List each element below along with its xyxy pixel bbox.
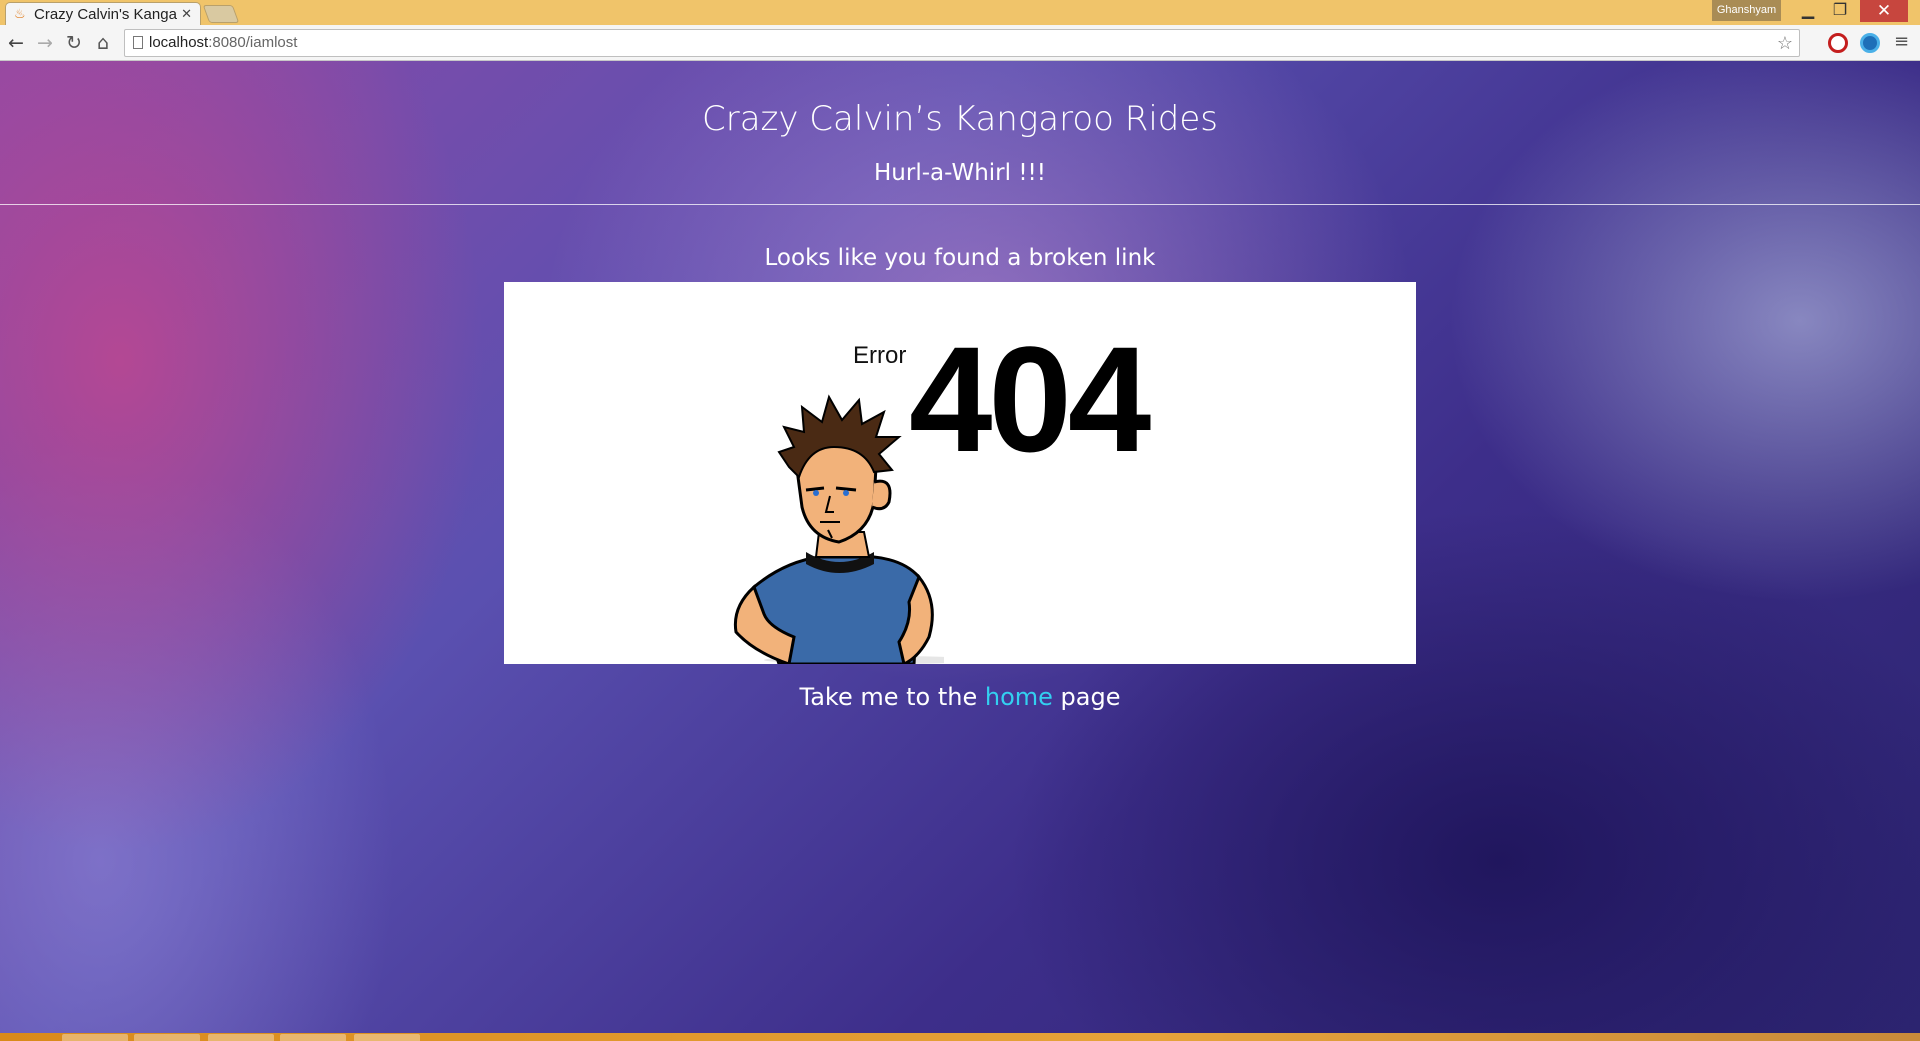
profile-button[interactable]: Ghanshyam — [1712, 0, 1781, 21]
taskbar-item[interactable] — [62, 1034, 128, 1041]
minimize-button[interactable]: ▁ — [1794, 0, 1822, 22]
cartoon-character-illustration — [733, 394, 944, 664]
url-host: localhost — [149, 34, 209, 51]
reload-icon[interactable]: ↻ — [62, 31, 86, 55]
forward-arrow-icon[interactable]: → — [33, 31, 57, 55]
site-title: Crazy Calvin’s Kangaroo Rides — [701, 99, 1219, 139]
address-url[interactable]: localhost:8080/iamlost — [149, 30, 297, 56]
back-arrow-icon[interactable]: ← — [4, 31, 28, 55]
taskbar-item[interactable] — [280, 1034, 346, 1041]
home-link[interactable]: home — [985, 683, 1053, 711]
tab-close-icon[interactable]: ✕ — [181, 6, 192, 22]
java-favicon-icon: ♨ — [14, 6, 26, 21]
browser-titlebar: ♨ Crazy Calvin's Kanga ✕ Ghanshyam ▁ ❐ ✕ — [0, 0, 1920, 25]
browser-toolbar: ← → ↻ ⌂ localhost:8080/iamlost ☆ ≡ — [0, 25, 1920, 61]
taskbar-item[interactable] — [208, 1034, 274, 1041]
footer-prefix: Take me to the — [799, 683, 985, 711]
footer-text: Take me to the home page — [0, 683, 1920, 711]
page-content: Crazy Calvin’s Kangaroo Rides Hurl-a-Whi… — [0, 61, 1920, 1033]
error-label: Error — [853, 342, 907, 369]
extension-icon[interactable] — [1860, 33, 1880, 53]
close-window-button[interactable]: ✕ — [1860, 0, 1908, 22]
footer-suffix: page — [1052, 683, 1121, 711]
broken-link-message: Looks like you found a broken link — [764, 245, 1156, 271]
browser-tab[interactable]: ♨ Crazy Calvin's Kanga ✕ — [5, 2, 201, 25]
menu-icon[interactable]: ≡ — [1894, 31, 1909, 52]
error-code: 404 — [909, 315, 1151, 483]
maximize-button[interactable]: ❐ — [1826, 0, 1854, 22]
taskbar-item[interactable] — [354, 1034, 420, 1041]
opera-extension-icon[interactable] — [1828, 33, 1848, 53]
site-subtitle: Hurl-a-Whirl !!! — [873, 160, 1046, 186]
url-path: :8080/iamlost — [208, 34, 298, 51]
taskbar-item[interactable] — [134, 1034, 200, 1041]
header-divider — [0, 204, 1920, 205]
new-tab-button[interactable] — [202, 5, 240, 23]
bookmark-star-icon[interactable]: ☆ — [1777, 30, 1793, 56]
tab-title: Crazy Calvin's Kanga — [34, 5, 177, 23]
home-icon[interactable]: ⌂ — [91, 31, 115, 55]
error-404-image: Error 404 — [504, 282, 1416, 664]
address-bar[interactable]: localhost:8080/iamlost ☆ — [124, 29, 1800, 57]
page-icon — [133, 36, 143, 49]
